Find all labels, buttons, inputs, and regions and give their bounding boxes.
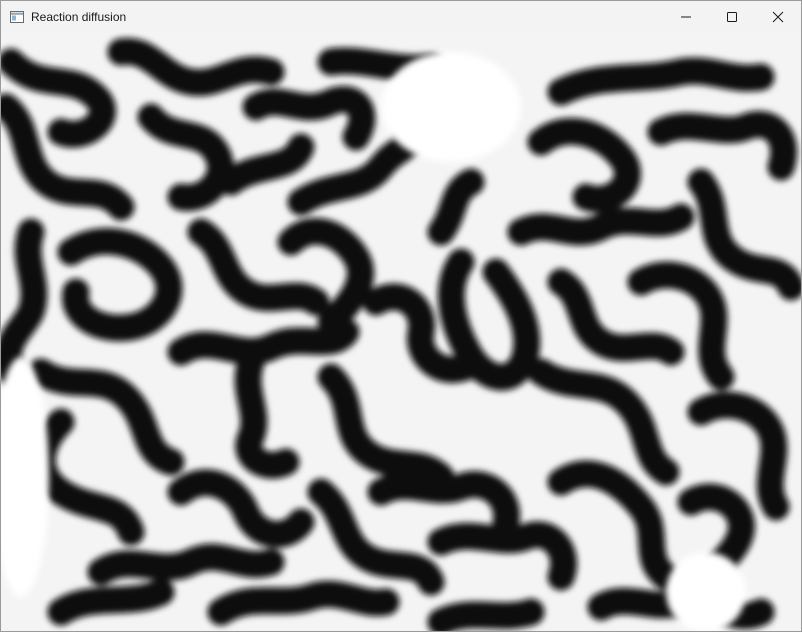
window-title: Reaction diffusion	[31, 9, 127, 24]
simulation-canvas[interactable]	[1, 32, 801, 631]
app-window: Reaction diffusion	[0, 0, 802, 632]
title-bar[interactable]: Reaction diffusion	[1, 1, 801, 32]
close-icon	[772, 11, 784, 23]
reaction-diffusion-pattern	[1, 32, 801, 631]
maximize-button[interactable]	[709, 1, 755, 32]
app-window-icon	[9, 9, 25, 25]
maximize-icon	[726, 11, 738, 23]
window-controls	[663, 1, 801, 32]
minimize-icon	[680, 11, 692, 23]
close-button[interactable]	[755, 1, 801, 32]
minimize-button[interactable]	[663, 1, 709, 32]
